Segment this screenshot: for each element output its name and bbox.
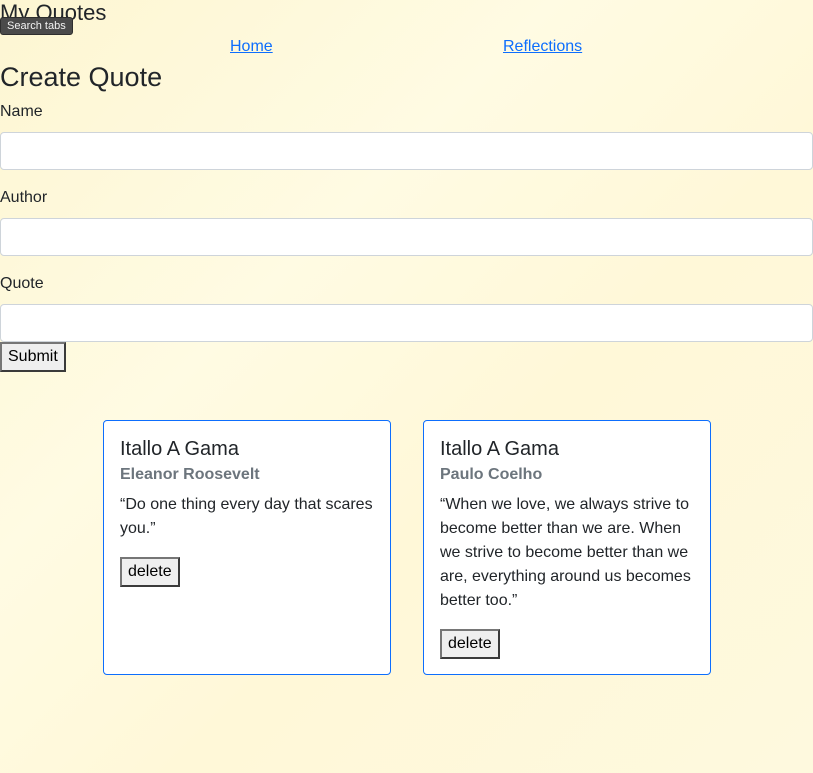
quote-label: Quote xyxy=(0,275,44,292)
author-input[interactable] xyxy=(0,218,813,256)
quote-card-text: “When we love, we always strive to becom… xyxy=(440,496,691,609)
submit-button[interactable]: Submit xyxy=(0,342,66,372)
quote-card-text: “Do one thing every day that scares you.… xyxy=(120,496,373,537)
quote-card: Itallo A Gama Eleanor Roosevelt “Do one … xyxy=(103,420,391,675)
search-tabs-tooltip: Search tabs xyxy=(0,17,73,35)
delete-button[interactable]: delete xyxy=(440,629,500,659)
author-label: Author xyxy=(0,189,48,206)
quote-input[interactable] xyxy=(0,304,813,342)
quote-card-author: Paulo Coelho xyxy=(440,466,543,483)
delete-button[interactable]: delete xyxy=(120,557,180,587)
quote-card: Itallo A Gama Paulo Coelho “When we love… xyxy=(423,420,711,675)
nav-link-home[interactable]: Home xyxy=(230,37,273,57)
form-title: Create Quote xyxy=(0,62,163,92)
quote-card-name: Itallo A Gama xyxy=(440,438,559,460)
name-input[interactable] xyxy=(0,132,813,170)
name-label: Name xyxy=(0,103,43,120)
quote-card-author: Eleanor Roosevelt xyxy=(120,466,260,483)
quote-card-name: Itallo A Gama xyxy=(120,438,239,460)
nav-link-reflections[interactable]: Reflections xyxy=(503,37,582,57)
